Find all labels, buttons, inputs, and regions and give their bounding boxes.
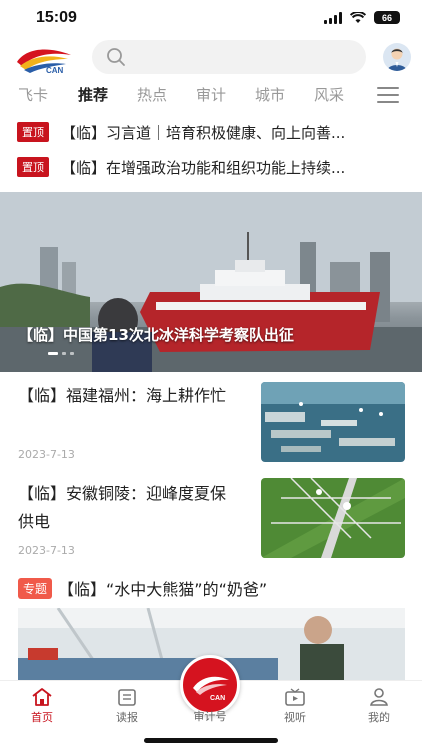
news-item[interactable]: 【临】安徽铜陵：迎峰度夏保供电 2023-7-13 [18, 478, 405, 576]
news-title: 【临】安徽铜陵：迎峰度夏保供电 [18, 484, 227, 531]
tab-mine-label: 我的 [368, 711, 390, 724]
search-bar[interactable] [92, 40, 366, 74]
battery-icon: 66 [374, 11, 400, 24]
special-topic[interactable]: 专题 【临】“水中大熊猫”的“奶爸” [18, 576, 408, 600]
status-icons: 66 [324, 11, 400, 24]
hero-image [0, 192, 422, 372]
person-icon [370, 688, 388, 706]
news-date: 2023-7-13 [18, 448, 75, 461]
pinned-badge: 置顶 [17, 122, 49, 142]
tab-newspaper[interactable]: 读报 [97, 687, 157, 725]
news-item[interactable]: 【临】福建福州：海上耕作忙 2023-7-13 [18, 382, 405, 478]
tab-newspaper-label: 读报 [116, 711, 138, 724]
news-date: 2023-7-13 [18, 544, 75, 557]
home-indicator [144, 738, 278, 743]
special-badge: 专题 [18, 577, 53, 599]
wifi-icon [350, 11, 366, 23]
news-thumbnail [261, 382, 405, 462]
logo-text: CAN [46, 66, 64, 74]
tab-feika[interactable]: 飞卡 [18, 84, 48, 105]
status-time: 15:09 [36, 9, 77, 26]
pinned-title: 【临】习言道｜培育积极健康、向上向善... [61, 123, 346, 142]
tab-audit[interactable]: 审计 [196, 84, 226, 105]
app-header: CAN [0, 38, 422, 78]
user-avatar[interactable] [383, 43, 411, 71]
news-thumbnail [261, 478, 405, 558]
tab-mine[interactable]: 我的 [349, 687, 409, 725]
tab-audit-label[interactable]: 审计号 [180, 708, 240, 724]
tab-recommend[interactable]: 推荐 [78, 84, 108, 105]
can-logo[interactable]: CAN [14, 44, 74, 74]
search-icon [107, 48, 125, 66]
hero-title: 【临】中国第13次北冰洋科学考察队出征 [18, 326, 294, 344]
can-logo-icon: CAN [193, 676, 229, 702]
status-bar: 15:09 66 [0, 0, 422, 38]
video-icon [285, 688, 305, 706]
category-tabs: 飞卡 推荐 热点 审计 城市 风采 [0, 80, 422, 110]
news-title: 【临】福建福州：海上耕作忙 [18, 386, 227, 405]
cellular-signal-icon [324, 11, 342, 24]
center-logo-text: CAN [210, 695, 225, 702]
pinned-item[interactable]: 置顶 【临】在增强政治功能和组织功能上持续... [17, 155, 407, 179]
home-icon [32, 688, 52, 706]
user-avatar-icon [387, 48, 407, 71]
tab-hot[interactable]: 热点 [137, 84, 167, 105]
tab-media[interactable]: 视听 [265, 687, 325, 725]
tab-style[interactable]: 风采 [314, 84, 344, 105]
newspaper-icon [118, 689, 136, 706]
pinned-item[interactable]: 置顶 【临】习言道｜培育积极健康、向上向善... [17, 120, 407, 144]
hero-banner[interactable]: 【临】中国第13次北冰洋科学考察队出征 [0, 192, 422, 372]
pinned-badge: 置顶 [17, 157, 49, 177]
audit-center-button[interactable]: CAN [180, 655, 240, 715]
tab-home[interactable]: 首页 [12, 687, 72, 725]
carousel-dots [48, 352, 74, 355]
tab-home-label: 首页 [31, 711, 53, 724]
pinned-title: 【临】在增强政治功能和组织功能上持续... [61, 158, 346, 177]
special-title: 【临】“水中大熊猫”的“奶爸” [58, 580, 268, 599]
menu-icon[interactable] [377, 87, 399, 103]
tab-city[interactable]: 城市 [255, 84, 285, 105]
tab-media-label: 视听 [284, 711, 306, 724]
